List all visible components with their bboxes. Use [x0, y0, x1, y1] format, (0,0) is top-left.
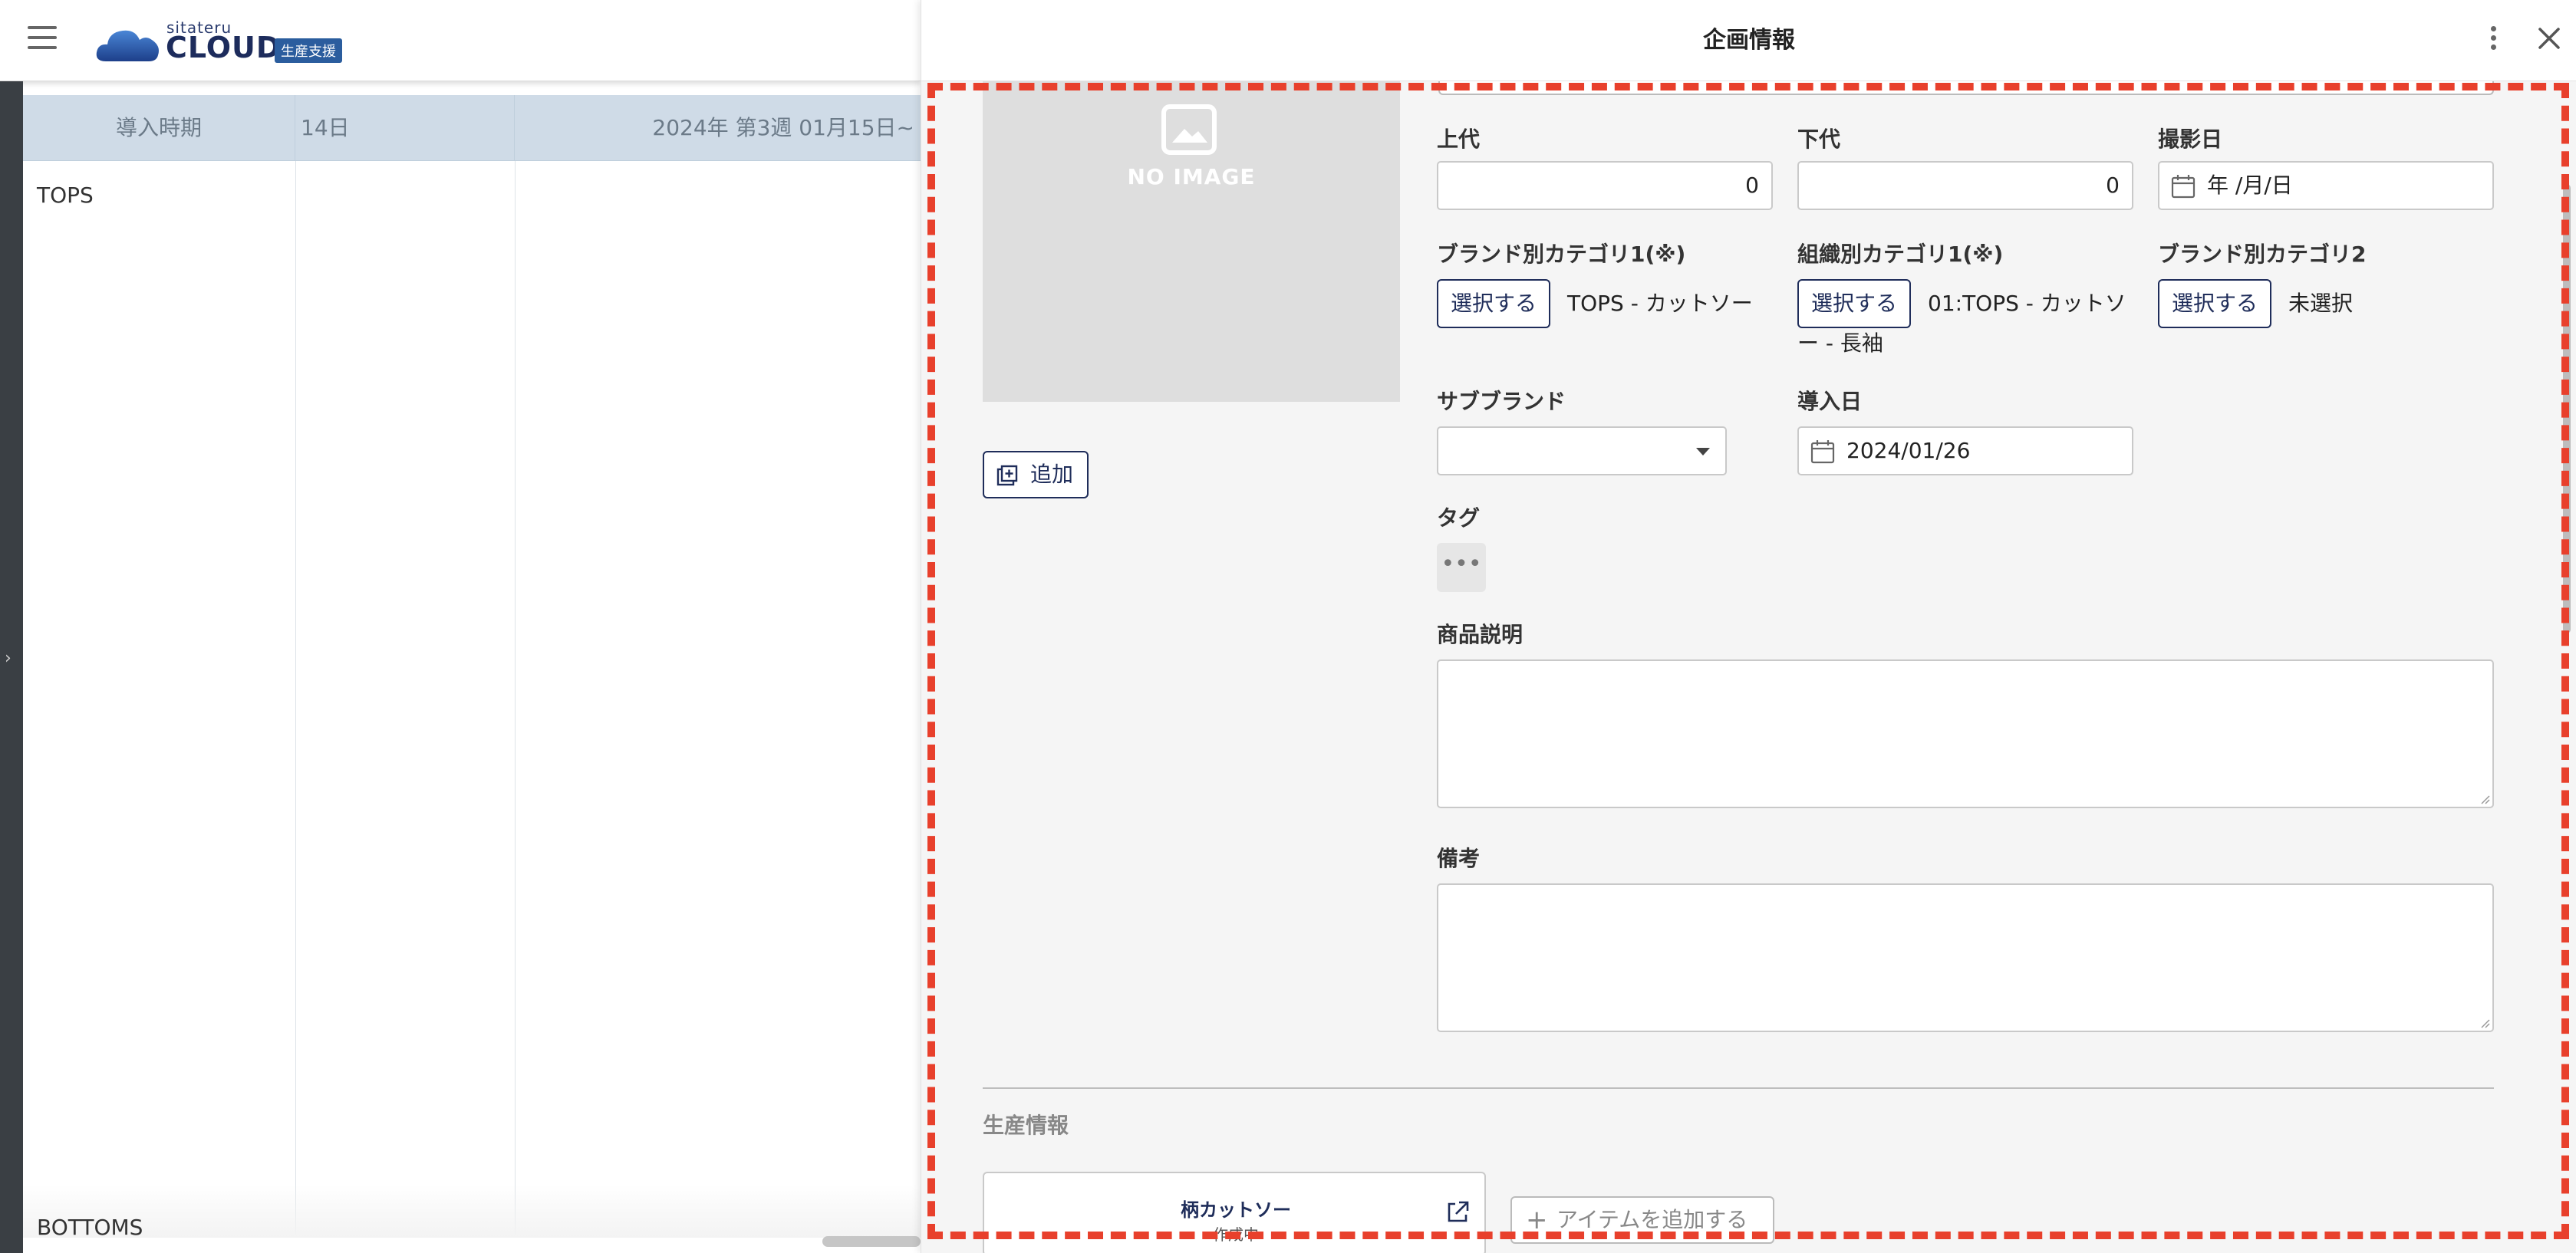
description-label: 商品説明	[1437, 622, 1524, 647]
add-item-label: アイテムを追加する	[1556, 1207, 1748, 1232]
sub-brand-select[interactable]	[1437, 426, 1727, 475]
upper-price-label: 上代	[1437, 127, 1481, 152]
shoot-date-input[interactable]: 年 /月/日	[2158, 161, 2494, 210]
column-divider	[515, 161, 516, 1235]
more-vert-icon[interactable]	[2488, 26, 2499, 57]
table-row-label: TOPS	[37, 183, 94, 208]
calendar-icon	[1810, 440, 1835, 464]
production-item-card[interactable]: 柄カットソー 作成中	[983, 1172, 1486, 1253]
brand-category1-label: ブランド別カテゴリ1(※)	[1437, 242, 1686, 267]
header-week: 2024年 第3週 01月15日~	[652, 115, 914, 140]
org-category1-select-button[interactable]: 選択する	[1797, 279, 1912, 328]
tag-more-button[interactable]: •••	[1437, 543, 1486, 592]
brand-category1-value: TOPS - カットソー	[1567, 291, 1753, 316]
intro-date-input[interactable]: 2024/01/26	[1797, 426, 2133, 475]
upper-price-input[interactable]: 0	[1437, 161, 1773, 210]
org-category1-value: 01:TOPS - カットソ	[1928, 291, 2126, 316]
add-image-button[interactable]: 追加	[983, 451, 1089, 498]
schedule-view: sitateru CLOUD 生産支援 › 導入時期 14日 2024年 第3週…	[0, 0, 921, 1253]
no-image-text: NO IMAGE	[1127, 164, 1256, 189]
drawer-title: 企画情報	[1703, 27, 1795, 54]
notes-textarea[interactable]	[1437, 883, 2494, 1032]
sub-brand-label: サブブランド	[1437, 389, 1566, 414]
brand-category2-label: ブランド別カテゴリ2	[2158, 242, 2367, 267]
top-bar: sitateru CLOUD 生産支援	[0, 0, 921, 81]
open-external-icon[interactable]	[1444, 1199, 1471, 1225]
schedule-table: 導入時期 14日 2024年 第3週 01月15日~ TOPS BOTTOMS	[23, 95, 921, 1240]
intro-date-label: 導入日	[1797, 389, 1863, 414]
drawer-header: 企画情報	[921, 0, 2576, 81]
add-image-icon	[996, 465, 1018, 486]
menu-icon[interactable]	[28, 26, 57, 49]
chevron-right-icon[interactable]: ›	[5, 649, 12, 668]
shoot-date-label: 撮影日	[2158, 127, 2223, 152]
logo[interactable]: sitateru CLOUD 生産支援	[95, 17, 356, 64]
production-section-title: 生産情報	[983, 1113, 1069, 1138]
lower-price-label: 下代	[1797, 127, 1841, 152]
app-root: sitateru CLOUD 生産支援 › 導入時期 14日 2024年 第3週…	[0, 0, 2576, 1253]
table-header: 導入時期 14日 2024年 第3週 01月15日~	[23, 95, 921, 161]
add-item-button[interactable]: + アイテムを追加する	[1510, 1196, 1774, 1244]
resize-grip-icon[interactable]	[2479, 794, 2490, 804]
org-category1-label: 組織別カテゴリ1(※)	[1797, 242, 2004, 267]
vertical-scrollbar[interactable]	[2563, 184, 2571, 633]
add-image-label: 追加	[1030, 462, 1074, 487]
cloud-logo-icon	[96, 30, 159, 61]
item-name: 柄カットソー	[1181, 1199, 1291, 1221]
close-icon[interactable]	[2532, 21, 2566, 55]
fade-overlay	[23, 1184, 921, 1238]
column-divider	[295, 161, 296, 1235]
logo-badge: 生産支援	[275, 38, 342, 63]
image-placeholder: NO IMAGE	[983, 81, 1400, 402]
brand-category1-select-button[interactable]: 選択する	[1437, 279, 1551, 328]
plan-info-drawer: 企画情報 NO IMAGE 追加 上代 0 下代 0 撮影日 年 /月/日 ブラ…	[921, 0, 2576, 1253]
table-row-label: BOTTOMS	[37, 1215, 143, 1240]
horizontal-scrollbar[interactable]	[822, 1236, 921, 1247]
section-divider	[983, 1087, 2494, 1089]
input-field-cutoff	[1438, 81, 2494, 95]
brand-category2-select-button[interactable]: 選択する	[2158, 279, 2272, 328]
tag-label: タグ	[1437, 505, 1481, 531]
image-icon	[1161, 104, 1217, 155]
notes-label: 備考	[1437, 846, 1481, 871]
plus-icon: +	[1526, 1205, 1548, 1235]
item-status: 作成中	[1213, 1225, 1259, 1244]
side-rail[interactable]: ›	[0, 81, 23, 1253]
org-category1-value-cont: ー - 長袖	[1797, 331, 1883, 356]
calendar-icon	[2171, 175, 2196, 199]
resize-grip-icon[interactable]	[2479, 1018, 2490, 1028]
lower-price-input[interactable]: 0	[1797, 161, 2133, 210]
intro-date-value: 2024/01/26	[1846, 438, 1971, 463]
chevron-down-icon	[1696, 448, 1710, 455]
description-textarea[interactable]	[1437, 659, 2494, 808]
logo-big-text: CLOUD	[166, 31, 282, 64]
brand-category2-value: 未選択	[2288, 291, 2354, 316]
header-intro-period: 導入時期	[23, 95, 295, 161]
shoot-date-value: 年 /月/日	[2207, 173, 2293, 198]
header-day: 14日	[296, 95, 515, 161]
